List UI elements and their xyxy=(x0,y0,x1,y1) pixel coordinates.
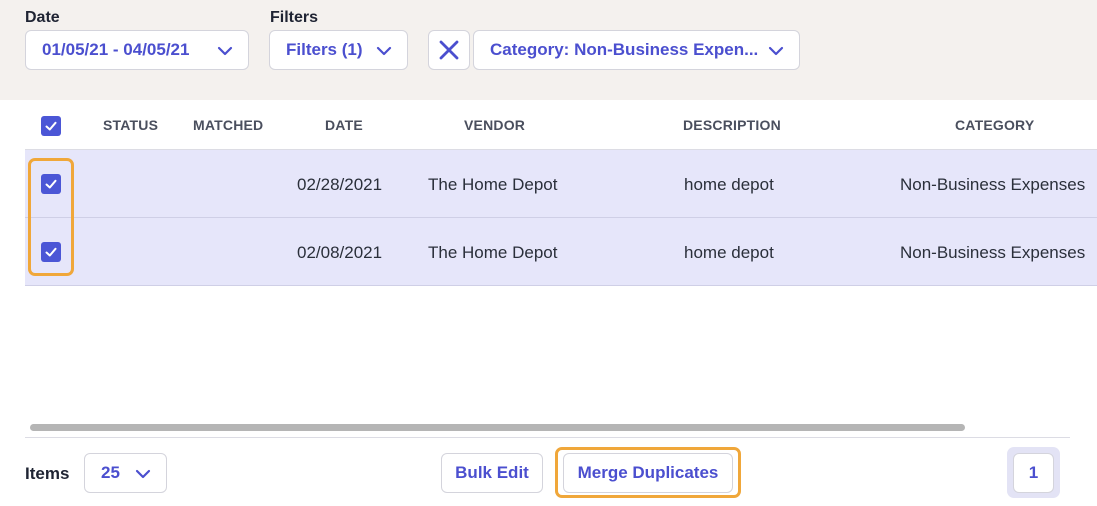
footer-divider xyxy=(25,437,1070,438)
cell-category: Non-Business Expenses xyxy=(900,243,1086,262)
header-category[interactable]: CATEGORY xyxy=(955,117,1034,133)
cell-vendor: The Home Depot xyxy=(428,243,558,262)
chevron-down-icon xyxy=(768,46,784,56)
row-checkbox[interactable] xyxy=(41,174,61,194)
category-filter-dropdown[interactable]: Category: Non-Business Expen... xyxy=(473,30,800,70)
filters-dropdown[interactable]: Filters (1) xyxy=(269,30,408,70)
checkmark-icon xyxy=(45,179,57,189)
transactions-table: STATUS MATCHED DATE VENDOR DESCRIPTION C… xyxy=(25,100,1097,286)
filters-value: Filters (1) xyxy=(286,40,363,59)
header-description[interactable]: DESCRIPTION xyxy=(683,117,781,133)
row-checkbox[interactable] xyxy=(41,242,61,262)
chevron-down-icon xyxy=(217,46,233,56)
items-label: Items xyxy=(25,464,70,483)
date-filter-label: Date xyxy=(25,9,60,26)
chevron-down-icon xyxy=(135,469,151,479)
cell-description: home depot xyxy=(684,243,774,262)
cell-category: Non-Business Expenses xyxy=(900,175,1086,194)
header-vendor[interactable]: VENDOR xyxy=(464,117,525,133)
date-range-value: 01/05/21 - 04/05/21 xyxy=(42,40,190,59)
table-row[interactable]: 02/08/2021 The Home Depot home depot Non… xyxy=(25,218,1097,286)
date-range-dropdown[interactable]: 01/05/21 - 04/05/21 xyxy=(25,30,249,70)
chevron-down-icon xyxy=(376,46,392,56)
clear-filter-button[interactable] xyxy=(428,30,470,70)
category-filter-value: Category: Non-Business Expen... xyxy=(490,40,759,59)
cell-date: 02/08/2021 xyxy=(297,243,383,262)
bulk-edit-button[interactable]: Bulk Edit xyxy=(441,453,543,493)
checkmark-icon xyxy=(45,247,57,257)
table-row[interactable]: 02/28/2021 The Home Depot home depot Non… xyxy=(25,150,1097,218)
items-per-page-value: 25 xyxy=(101,463,120,482)
items-per-page-dropdown[interactable]: 25 xyxy=(84,453,167,493)
cell-description: home depot xyxy=(684,175,774,194)
cell-vendor: The Home Depot xyxy=(428,175,558,194)
checkmark-icon xyxy=(45,121,57,131)
page-1-button[interactable]: 1 xyxy=(1013,453,1054,493)
header-status[interactable]: STATUS xyxy=(103,117,158,133)
merge-duplicates-button[interactable]: Merge Duplicates xyxy=(563,453,733,493)
cell-date: 02/28/2021 xyxy=(297,175,383,194)
filter-bar: Date 01/05/21 - 04/05/21 Filters Filters… xyxy=(0,0,1097,100)
filters-label: Filters xyxy=(270,9,319,26)
header-date[interactable]: DATE xyxy=(325,117,363,133)
header-matched[interactable]: MATCHED xyxy=(193,117,263,133)
select-all-checkbox[interactable] xyxy=(41,116,61,136)
table-header: STATUS MATCHED DATE VENDOR DESCRIPTION C… xyxy=(25,100,1097,150)
close-icon xyxy=(439,40,459,60)
horizontal-scrollbar[interactable] xyxy=(30,424,965,431)
